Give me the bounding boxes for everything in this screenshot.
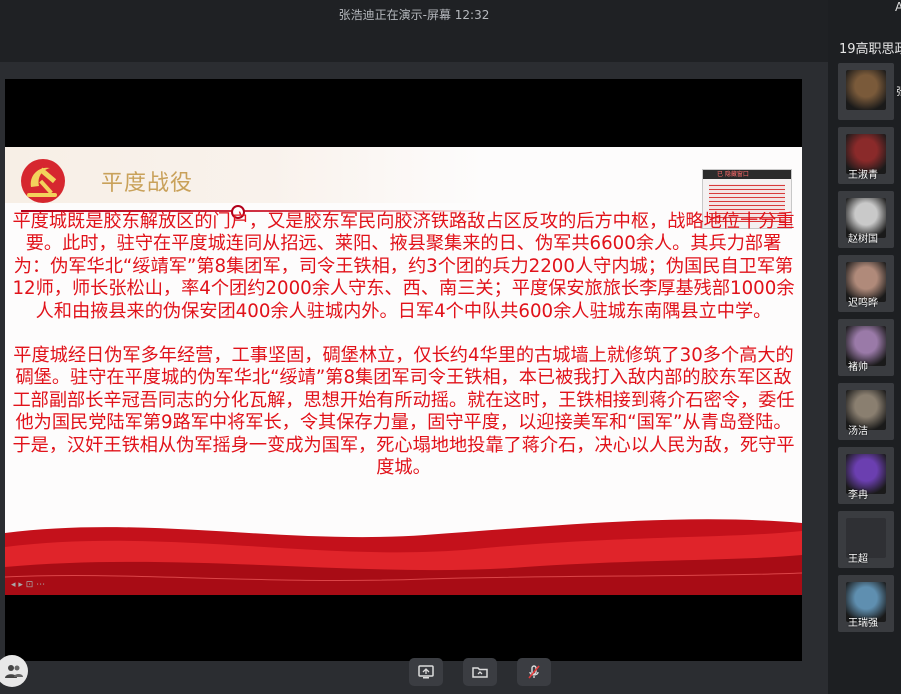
share-screen-button[interactable]: [409, 658, 443, 686]
participant-tile[interactable]: 迟鸣晔: [838, 255, 894, 312]
slide: 平度战役 已 隐藏窗口 平度城既是胶东解放区的门户，又是胶东军民向胶济铁路敌占区…: [5, 147, 802, 595]
party-emblem-icon: [21, 159, 65, 203]
slide-header: [5, 147, 485, 203]
participant-name: 汤洁: [848, 426, 868, 437]
participant-tile[interactable]: 王瑞强: [838, 575, 894, 632]
participant-name: 王超: [848, 554, 868, 565]
participant-tile[interactable]: 褚帅: [838, 319, 894, 376]
slide-paragraph: 平度城既是胶东解放区的门户，又是胶东军民向胶济铁路敌占区反攻的后方中枢，战略地位…: [12, 211, 795, 322]
group-name: 19高职思政: [839, 42, 901, 57]
participants-icon: [5, 665, 23, 678]
slide-body: 平度城既是胶东解放区的门户，又是胶东军民向胶济铁路敌占区反攻的后方中枢，战略地位…: [9, 211, 798, 479]
participant-name: 迟鸣晔: [848, 298, 878, 309]
participant-name: 王淑青: [848, 170, 878, 181]
share-file-button[interactable]: [463, 658, 497, 686]
slide-paragraph: 平度城经日伪军多年经营，工事坚固，碉堡林立，仅长约4华里的古城墙上就修筑了30多…: [12, 345, 795, 479]
mask-avatar-icon: [846, 70, 886, 110]
participant-tile[interactable]: 李冉: [838, 447, 894, 504]
participant-name: 王瑞强: [848, 618, 878, 629]
participant-name: 褚帅: [848, 362, 868, 373]
participant-tile[interactable]: 王超: [838, 511, 894, 568]
title-bar: 张浩迪正在演示-屏幕 12:32: [0, 0, 828, 62]
screen-share-icon: [418, 665, 434, 679]
participant-tile[interactable]: 汤洁: [838, 383, 894, 440]
participant-tile[interactable]: 王淑青: [838, 127, 894, 184]
corner-label: A: [895, 0, 901, 14]
participant-name: 赵树国: [848, 234, 878, 245]
participant-name: 张: [896, 83, 901, 98]
mic-muted-icon: [528, 665, 540, 679]
folder-share-icon: [472, 667, 488, 678]
participant-name: 李冉: [848, 490, 868, 501]
participant-tile[interactable]: 张: [838, 63, 901, 120]
red-ribbon-decoration: [5, 519, 802, 595]
presentation-title: 张浩迪正在演示-屏幕 12:32: [338, 8, 490, 22]
slide-title: 平度战役: [101, 171, 194, 196]
participant-tile[interactable]: 赵树国: [838, 191, 894, 248]
slide-nav-controls[interactable]: ◂ ▸ ⊡ ⋯: [11, 580, 45, 590]
thumbnail-label: 已 隐藏窗口: [717, 171, 749, 178]
mute-button[interactable]: [517, 658, 551, 686]
